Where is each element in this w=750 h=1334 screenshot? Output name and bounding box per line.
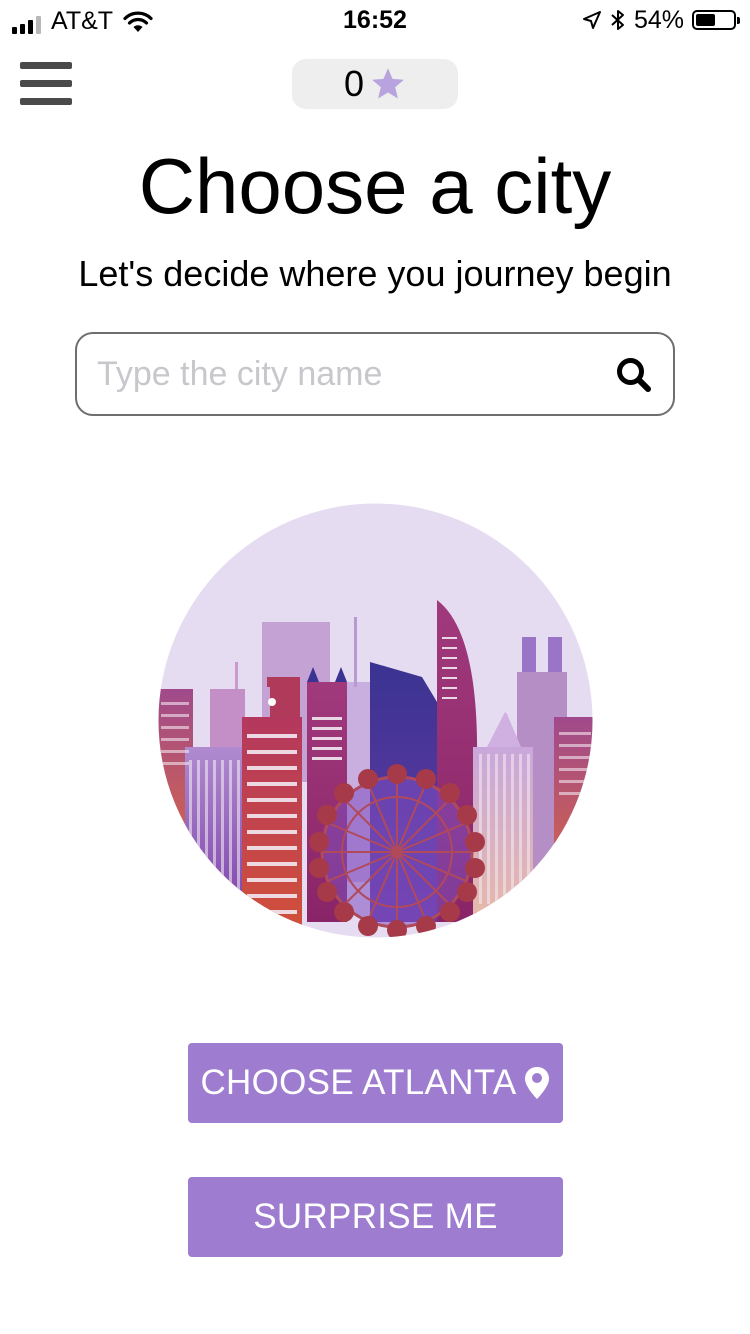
map-pin-icon <box>524 1067 549 1099</box>
page-subtitle: Let's decide where you journey begin <box>78 253 672 294</box>
status-right: 54% <box>582 6 740 34</box>
choose-city-button[interactable]: CHOOSE ATLANTA <box>188 1043 563 1123</box>
city-search-input[interactable] <box>97 334 597 414</box>
score-value: 0 <box>343 63 365 104</box>
status-bar: AT&T 16:52 54% <box>0 0 750 40</box>
bluetooth-icon <box>611 10 624 30</box>
score-badge: 0 <box>292 59 458 109</box>
battery-icon <box>692 10 740 30</box>
location-arrow-icon <box>582 11 601 29</box>
surprise-me-label: SURPRISE ME <box>253 1197 498 1236</box>
page-title: Choose a city <box>138 142 612 230</box>
star-icon <box>372 68 404 99</box>
search-icon[interactable] <box>615 356 653 394</box>
surprise-me-button[interactable]: SURPRISE ME <box>188 1177 563 1257</box>
city-search-box <box>75 332 675 416</box>
choose-city-label: CHOOSE ATLANTA <box>200 1063 517 1102</box>
hamburger-menu-icon[interactable] <box>20 62 72 106</box>
battery-percent: 54% <box>633 6 684 34</box>
city-skyline-illustration <box>158 503 593 938</box>
